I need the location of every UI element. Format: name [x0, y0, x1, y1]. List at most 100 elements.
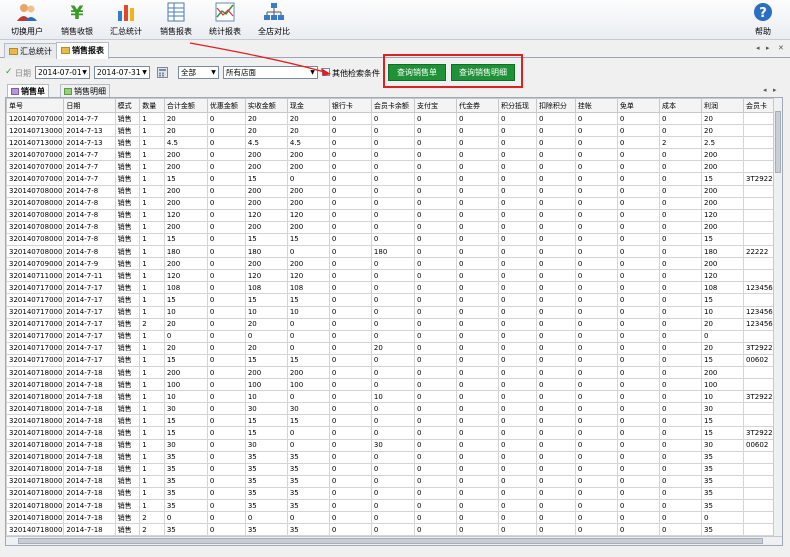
column-header[interactable]: 日期: [63, 98, 116, 113]
table-row[interactable]: 3201407180000152014-7-18销售23503535000000…: [6, 523, 780, 537]
table-row[interactable]: 3201407080000032014-7-8销售112001201200000…: [6, 208, 780, 222]
sales-report-button[interactable]: 销售报表: [157, 2, 195, 38]
table-row[interactable]: 3201407180000022014-7-18销售11000100100000…: [6, 378, 780, 392]
table-cell: 0: [413, 329, 457, 343]
column-header[interactable]: 会员卡余额: [370, 98, 415, 113]
tab-sales-orders[interactable]: 销售单: [7, 84, 49, 97]
column-header[interactable]: 积分抵现: [498, 98, 537, 113]
column-header[interactable]: 银行卡: [328, 98, 372, 113]
table-row[interactable]: 3201407180000032014-7-18销售11001000100000…: [6, 390, 780, 404]
table-row[interactable]: 1201407070000012014-7-7销售120020200000000…: [6, 111, 780, 126]
store-compare-button[interactable]: 全店对比: [255, 2, 293, 38]
date-to-field[interactable]: 2014-07-31 ▼: [94, 66, 150, 79]
table-row[interactable]: 3201407090000012014-7-9销售120002002000000…: [6, 257, 780, 271]
table-row[interactable]: 3201407180000072014-7-18销售13003000300000…: [6, 438, 780, 452]
table-row[interactable]: 3201407170000072014-7-17销售10000000000000…: [6, 329, 780, 343]
table-cell: 0: [413, 245, 457, 259]
table-cell: 0: [455, 257, 500, 271]
table-row[interactable]: 3201407180000062014-7-18销售11501500000000…: [6, 426, 780, 440]
table-row[interactable]: 3201407110000012014-7-11销售11200120120000…: [6, 269, 780, 283]
tab-prev-icon[interactable]: ◂: [756, 44, 760, 52]
table-row[interactable]: 3201407180000052014-7-18销售11501515000000…: [6, 414, 780, 428]
table-row[interactable]: 3201407080000052014-7-8销售115015150000000…: [6, 232, 780, 247]
vertical-scroll-thumb[interactable]: [775, 111, 781, 173]
table-row[interactable]: 3201407170000092014-7-17销售12002000200000…: [6, 341, 780, 355]
table-row[interactable]: 3201407180000102014-7-18销售13503535000000…: [6, 462, 780, 476]
table-row[interactable]: 3201407080000062014-7-8销售118001800018000…: [6, 245, 780, 259]
table-row[interactable]: 3201407080000022014-7-8销售120002002000000…: [6, 196, 780, 210]
table-cell: 0: [244, 329, 288, 343]
stats-report-button[interactable]: 统计报表: [206, 2, 244, 38]
column-header[interactable]: 成本: [658, 98, 702, 113]
table-cell: 0: [535, 486, 576, 501]
table-row[interactable]: 3201407180000142014-7-18销售20000000000000…: [6, 511, 780, 525]
table-row[interactable]: 3201407080000012014-7-8销售120002002000000…: [6, 184, 780, 198]
column-header[interactable]: 现金: [286, 98, 330, 113]
mode-select[interactable]: 全部 ▼: [178, 66, 219, 79]
table-cell: 销售: [114, 232, 141, 247]
subtab-prev-icon[interactable]: ◂: [763, 86, 767, 94]
column-header[interactable]: 数量: [139, 98, 165, 113]
calculator-icon[interactable]: [157, 67, 168, 78]
column-header[interactable]: 合计金额: [163, 98, 208, 113]
table-cell: 0: [328, 208, 372, 222]
table-row[interactable]: 3201407180000112014-7-18销售13503535000000…: [6, 474, 780, 488]
table-row[interactable]: 3201407170000062014-7-17销售22002000000000…: [6, 317, 780, 331]
column-header[interactable]: 实收金额: [244, 98, 288, 113]
table-row[interactable]: 3201407170000012014-7-17销售11080108108000…: [6, 281, 780, 295]
table-row[interactable]: 3201407070000022014-7-7销售120002002000000…: [6, 160, 780, 174]
table-row[interactable]: 1201407130000012014-7-13销售12002020000000…: [6, 124, 780, 138]
column-header[interactable]: 支付宝: [413, 98, 457, 113]
help-button[interactable]: ? 帮助: [745, 2, 781, 38]
table-row[interactable]: 3201407180000092014-7-18销售13503535000000…: [6, 450, 780, 464]
table-cell: 180: [244, 245, 288, 259]
table-cell: 0: [413, 305, 457, 319]
table-cell: 0: [455, 269, 500, 283]
table-row[interactable]: 3201407180000122014-7-18销售13503535000000…: [6, 486, 780, 501]
table-row[interactable]: 3201407170000042014-7-17销售11501515000000…: [6, 293, 780, 307]
table-row[interactable]: 1201407130000022014-7-13销售14.504.54.5000…: [6, 136, 780, 150]
column-header[interactable]: 挂帐: [574, 98, 618, 113]
column-header[interactable]: 代金券: [455, 98, 500, 113]
table-cell: 销售: [114, 148, 141, 162]
tab-sales-report[interactable]: 销售报表: [56, 42, 109, 59]
table-row[interactable]: 3201407170000102014-7-17销售11501515000000…: [6, 353, 780, 367]
column-header[interactable]: 模式: [114, 98, 141, 113]
summary-stats-button[interactable]: 汇总统计: [107, 2, 145, 38]
date-from-field[interactable]: 2014-07-01 ▼: [35, 66, 90, 79]
column-header[interactable]: 单号: [6, 98, 65, 113]
tab-summary-stats[interactable]: 汇总统计: [4, 43, 57, 58]
other-conditions-checkbox[interactable]: [322, 68, 330, 76]
horizontal-scroll-thumb[interactable]: [18, 538, 763, 544]
column-header[interactable]: 利润: [700, 98, 745, 113]
table-row[interactable]: 3201407070000032014-7-7销售115015000000000…: [6, 172, 780, 186]
column-header[interactable]: 扣除积分: [535, 98, 576, 113]
tab-sales-details[interactable]: 销售明细: [60, 84, 110, 97]
table-cell: 0: [658, 390, 702, 404]
table-row[interactable]: 3201407170000052014-7-17销售11001010000000…: [6, 305, 780, 319]
table-cell: 0: [574, 293, 618, 307]
table-row[interactable]: 3201407180000132014-7-18销售13503535000000…: [6, 498, 780, 513]
table-cell: 0: [413, 111, 457, 126]
column-header[interactable]: 优惠金额: [206, 98, 246, 113]
tab-close-icon[interactable]: ✕: [778, 44, 784, 52]
tab-next-icon[interactable]: ▸: [766, 44, 770, 52]
table-row[interactable]: 3201407080000042014-7-8销售120002002000000…: [6, 220, 780, 234]
table-cell: 0: [413, 438, 457, 452]
horizontal-scrollbar[interactable]: [6, 536, 782, 545]
column-header[interactable]: 免单: [616, 98, 660, 113]
table-row[interactable]: 3201407180000012014-7-18销售12000200200000…: [6, 365, 780, 380]
table-cell: 35: [163, 523, 208, 537]
table-row[interactable]: 3201407070000012014-7-7销售120002002000000…: [6, 148, 780, 162]
sales-cashier-button[interactable]: ¥ 销售收银: [58, 2, 96, 38]
switch-user-button[interactable]: 切换用户: [8, 2, 46, 38]
vertical-scrollbar[interactable]: [773, 98, 782, 545]
table-row[interactable]: 3201407180000042014-7-18销售13003030000000…: [6, 402, 780, 416]
table-cell: 0: [455, 414, 500, 428]
table-cell: 2014-7-13: [63, 124, 116, 138]
table-cell: 0: [616, 172, 660, 186]
table-cell: 0: [535, 196, 576, 210]
store-select[interactable]: 所有店面 ▼: [223, 66, 318, 79]
table-cell: 0: [328, 390, 372, 404]
subtab-next-icon[interactable]: ▸: [773, 86, 777, 94]
